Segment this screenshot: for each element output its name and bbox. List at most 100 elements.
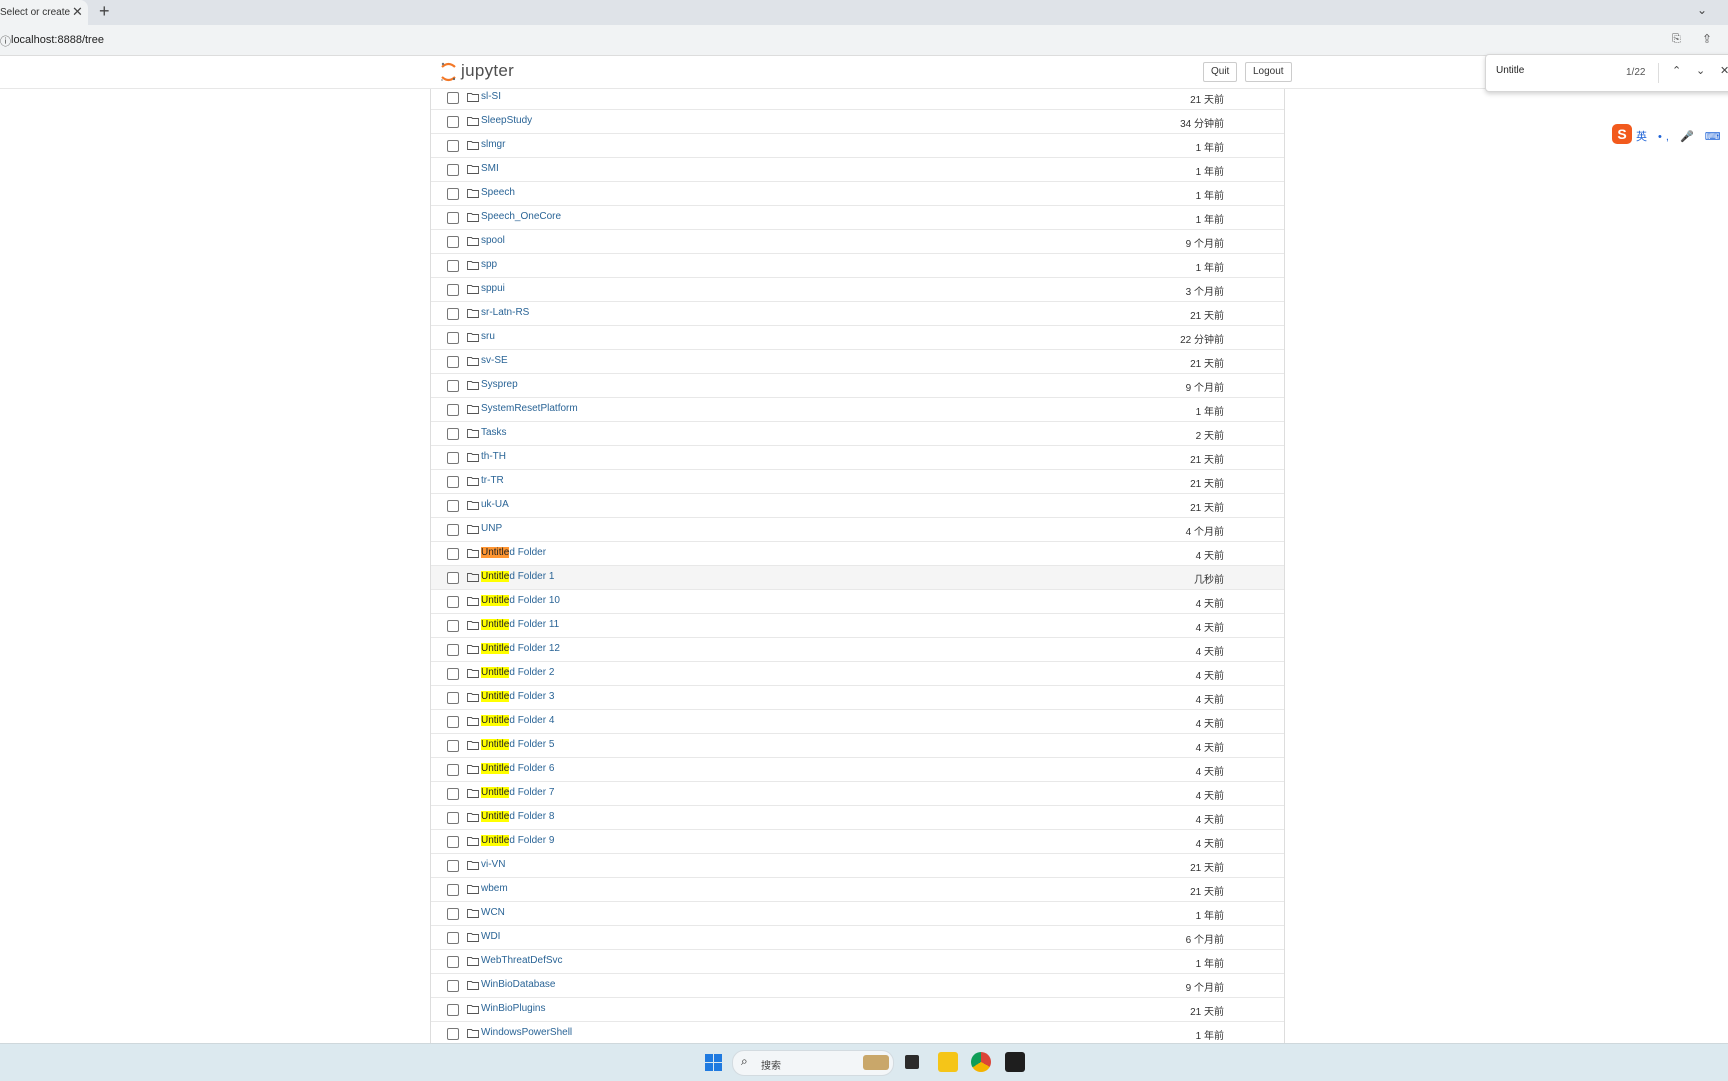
file-name-link[interactable]: Untitled Folder 10 [481, 595, 560, 606]
file-row[interactable]: SleepStudy 34 分钟前 [431, 110, 1284, 134]
file-row[interactable]: sr-Latn-RS 21 天前 [431, 302, 1284, 326]
row-checkbox[interactable] [447, 548, 459, 560]
file-row[interactable]: Untitled Folder 4 天前 [431, 542, 1284, 566]
row-checkbox[interactable] [447, 164, 459, 176]
file-name-link[interactable]: Sysprep [481, 379, 518, 390]
file-name-link[interactable]: WinBioPlugins [481, 1003, 545, 1014]
file-name-link[interactable]: sr-Latn-RS [481, 307, 529, 318]
file-name-link[interactable]: SMI [481, 163, 499, 174]
file-row[interactable]: vi-VN 21 天前 [431, 854, 1284, 878]
file-row[interactable]: sv-SE 21 天前 [431, 350, 1284, 374]
file-name-link[interactable]: Untitled Folder 2 [481, 667, 554, 678]
file-row[interactable]: WindowsPowerShell 1 年前 [431, 1022, 1284, 1043]
file-row[interactable]: Speech_OneCore 1 年前 [431, 206, 1284, 230]
row-checkbox[interactable] [447, 260, 459, 272]
find-close-icon[interactable]: ✕ [1720, 64, 1728, 77]
file-name-link[interactable]: spool [481, 235, 505, 246]
row-checkbox[interactable] [447, 956, 459, 968]
windows-start-icon[interactable] [705, 1054, 722, 1071]
file-row[interactable]: Untitled Folder 4 4 天前 [431, 710, 1284, 734]
file-name-link[interactable]: Untitled Folder 12 [481, 643, 560, 654]
file-row[interactable]: sl-SI 21 天前 [431, 88, 1284, 110]
chrome-icon[interactable] [971, 1052, 991, 1072]
file-name-link[interactable]: th-TH [481, 451, 506, 462]
file-name-link[interactable]: tr-TR [481, 475, 504, 486]
file-name-link[interactable]: Untitled Folder 7 [481, 787, 554, 798]
row-checkbox[interactable] [447, 380, 459, 392]
ime-status-icons[interactable]: 英 •, 🎤 ⌨ 👕 [1636, 128, 1728, 144]
file-row[interactable]: Tasks 2 天前 [431, 422, 1284, 446]
file-name-link[interactable]: Untitled Folder 1 [481, 571, 554, 582]
file-name-link[interactable]: sl-SI [481, 91, 501, 102]
row-checkbox[interactable] [447, 740, 459, 752]
row-checkbox[interactable] [447, 644, 459, 656]
file-name-link[interactable]: slmgr [481, 139, 505, 150]
file-name-link[interactable]: vi-VN [481, 859, 505, 870]
file-row[interactable]: Untitled Folder 1 几秒前 [431, 566, 1284, 590]
file-name-link[interactable]: WCN [481, 907, 505, 918]
file-row[interactable]: Sysprep 9 个月前 [431, 374, 1284, 398]
file-row[interactable]: Untitled Folder 9 4 天前 [431, 830, 1284, 854]
file-name-link[interactable]: sv-SE [481, 355, 508, 366]
file-explorer-icon[interactable] [938, 1052, 958, 1072]
file-row[interactable]: tr-TR 21 天前 [431, 470, 1284, 494]
file-name-link[interactable]: WindowsPowerShell [481, 1027, 572, 1038]
row-checkbox[interactable] [447, 620, 459, 632]
row-checkbox[interactable] [447, 308, 459, 320]
file-name-link[interactable]: sru [481, 331, 495, 342]
ime-toolbar[interactable]: S 英 •, 🎤 ⌨ 👕 [1612, 124, 1728, 146]
file-name-link[interactable]: Untitled Folder 4 [481, 715, 554, 726]
file-row[interactable]: Untitled Folder 11 4 天前 [431, 614, 1284, 638]
row-checkbox[interactable] [447, 572, 459, 584]
file-row[interactable]: spool 9 个月前 [431, 230, 1284, 254]
file-row[interactable]: SMI 1 年前 [431, 158, 1284, 182]
file-row[interactable]: WCN 1 年前 [431, 902, 1284, 926]
file-row[interactable]: spp 1 年前 [431, 254, 1284, 278]
file-name-link[interactable]: sppui [481, 283, 505, 294]
file-row[interactable]: Untitled Folder 10 4 天前 [431, 590, 1284, 614]
logout-button[interactable]: Logout [1245, 62, 1292, 82]
file-row[interactable]: Untitled Folder 6 4 天前 [431, 758, 1284, 782]
file-name-link[interactable]: Untitled Folder 6 [481, 763, 554, 774]
row-checkbox[interactable] [447, 500, 459, 512]
row-checkbox[interactable] [447, 524, 459, 536]
file-row[interactable]: WebThreatDefSvc 1 年前 [431, 950, 1284, 974]
row-checkbox[interactable] [447, 668, 459, 680]
file-name-link[interactable]: Untitled Folder [481, 547, 546, 558]
file-row[interactable]: Untitled Folder 8 4 天前 [431, 806, 1284, 830]
row-checkbox[interactable] [447, 236, 459, 248]
browser-tab[interactable]: Select or create ✕ [0, 0, 88, 25]
row-checkbox[interactable] [447, 476, 459, 488]
row-checkbox[interactable] [447, 812, 459, 824]
terminal-icon[interactable] [1005, 1052, 1025, 1072]
row-checkbox[interactable] [447, 1028, 459, 1040]
file-row[interactable]: SystemResetPlatform 1 年前 [431, 398, 1284, 422]
row-checkbox[interactable] [447, 404, 459, 416]
file-row[interactable]: Untitled Folder 2 4 天前 [431, 662, 1284, 686]
row-checkbox[interactable] [447, 356, 459, 368]
file-row[interactable]: th-TH 21 天前 [431, 446, 1284, 470]
row-checkbox[interactable] [447, 764, 459, 776]
row-checkbox[interactable] [447, 836, 459, 848]
row-checkbox[interactable] [447, 452, 459, 464]
file-name-link[interactable]: spp [481, 259, 497, 270]
tab-close-icon[interactable]: ✕ [72, 4, 83, 20]
file-row[interactable]: Untitled Folder 12 4 天前 [431, 638, 1284, 662]
row-checkbox[interactable] [447, 116, 459, 128]
file-row[interactable]: wbem 21 天前 [431, 878, 1284, 902]
row-checkbox[interactable] [447, 884, 459, 896]
row-checkbox[interactable] [447, 860, 459, 872]
file-name-link[interactable]: SystemResetPlatform [481, 403, 578, 414]
file-name-link[interactable]: Tasks [481, 427, 507, 438]
file-name-link[interactable]: Untitled Folder 3 [481, 691, 554, 702]
new-tab-button[interactable]: + [99, 1, 110, 22]
address-actions-icons[interactable]: ⎘ ⇪ ☆ [1672, 33, 1728, 46]
file-row[interactable]: WDI 6 个月前 [431, 926, 1284, 950]
quit-button[interactable]: Quit [1203, 62, 1238, 82]
file-name-link[interactable]: Untitled Folder 5 [481, 739, 554, 750]
file-name-link[interactable]: WDI [481, 931, 500, 942]
row-checkbox[interactable] [447, 908, 459, 920]
file-row[interactable]: Untitled Folder 3 4 天前 [431, 686, 1284, 710]
file-row[interactable]: slmgr 1 年前 [431, 134, 1284, 158]
row-checkbox[interactable] [447, 332, 459, 344]
